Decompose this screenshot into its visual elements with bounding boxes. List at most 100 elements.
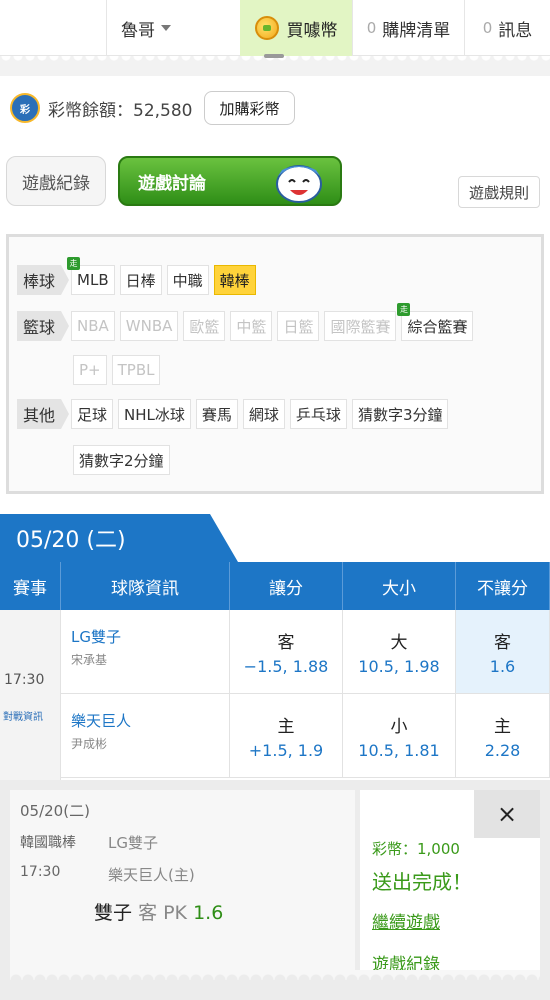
category-label: 籃球 (17, 311, 70, 341)
sport-chip-wnba[interactable]: WNBA (119, 311, 179, 341)
matchup-info-link[interactable]: 對戰資訊 (3, 708, 43, 723)
submit-success-message: 送出完成！ (372, 870, 472, 894)
team-name[interactable]: 樂天巨人 (71, 710, 229, 731)
bet-ticket: 05/20(二) 韓國職棒 17:30 LG雙子 樂天巨人(主) 雙子 客 PK… (10, 790, 355, 970)
ticket-pick: 雙子 客 PK 1.6 (94, 898, 223, 925)
coin-icon (254, 16, 279, 40)
sport-chip-jpn[interactable]: 日籃 (277, 311, 320, 341)
odds-side: 主 (494, 716, 511, 737)
sport-chip-pingpong[interactable]: 乒乓球 (289, 399, 347, 429)
category-row-others-2: 猜數字2分鐘 (73, 445, 175, 475)
pitcher-name: 宋承基 (71, 653, 108, 667)
odds-side: 小 (390, 716, 408, 737)
category-row-others: 其他 足球 NHL冰球 賽馬 網球 乒乓球 猜數字3分鐘 (17, 399, 453, 429)
buy-coins-label: 買噱幣 (286, 20, 338, 41)
sport-chip-nba[interactable]: NBA (71, 311, 115, 341)
close-icon[interactable]: × (474, 790, 540, 838)
table-row: LG雙子 宋承基 客 −1.5, 1.88 大 10.5, 1.98 客 1.6 (61, 610, 550, 694)
sport-chip-euro[interactable]: 歐籃 (183, 311, 226, 341)
odds-over[interactable]: 大 10.5, 1.98 (343, 610, 456, 693)
balance-label: 彩幣餘額：52,580 (48, 100, 193, 121)
ticket-time: 17:30 (20, 864, 61, 880)
ticket-tear-edge (10, 970, 540, 980)
balance-row: 彩 彩幣餘額：52,580 加購彩幣 (10, 90, 295, 126)
column-header: 不讓分 (456, 562, 550, 610)
sport-chip-guess2[interactable]: 猜數字2分鐘 (73, 445, 170, 475)
odds-side: 客 (277, 632, 295, 653)
messages-count: 0 (482, 19, 493, 37)
tab-game-record[interactable]: 遊戲紀錄 (6, 156, 106, 206)
sport-chip-mlb[interactable]: 走 MLB (67, 257, 115, 295)
top-bar: 魯哥 買噱幣 0 購牌清單 0 訊息 (0, 0, 550, 56)
odds-spread-away[interactable]: 客 −1.5, 1.88 (230, 610, 343, 693)
match-time: 17:30 (4, 672, 45, 688)
messages-label: 訊息 (498, 20, 533, 41)
category-label: 其他 (17, 399, 70, 429)
ticket-date: 05/20(二) (20, 802, 90, 820)
sport-chip-guess3[interactable]: 猜數字3分鐘 (351, 399, 449, 429)
column-header: 讓分 (230, 562, 343, 610)
sport-chip-mixed[interactable]: 走綜合籃賽 (397, 303, 474, 341)
category-label: 棒球 (17, 265, 70, 295)
odds-side: 主 (277, 716, 295, 737)
category-row-baseball: 棒球 走 MLB 日棒 中職 韓棒 (17, 257, 261, 295)
category-row-basketball: 籃球 NBA WNBA 歐籃 中籃 日籃 國際籃賽 走綜合籃賽 (17, 303, 478, 341)
odds-value: 10.5, 1.81 (358, 740, 440, 760)
ticket-away-team: LG雙子 (108, 834, 158, 852)
sport-chip-pplus[interactable]: P+ (73, 355, 107, 385)
odds-under[interactable]: 小 10.5, 1.81 (343, 694, 456, 777)
odds-table: 賽事 球隊資訊 讓分 大小 不讓分 17:30 對戰資訊 LG雙子 宋承基 客 … (0, 562, 550, 780)
user-menu[interactable]: 魯哥 (106, 0, 240, 56)
buy-coins-button[interactable]: 買噱幣 (240, 0, 352, 56)
odds-side: 大 (390, 632, 408, 653)
bet-result: × 彩幣：1,000 送出完成！ 繼續遊戲 遊戲紀錄 (360, 790, 540, 975)
pitcher-name: 尹成彬 (71, 737, 108, 751)
date-tab[interactable]: 05/20 (二) (0, 514, 238, 562)
category-row-basketball-2: P+ TPBL (73, 355, 165, 385)
match-time-cell: 17:30 對戰資訊 (0, 610, 61, 780)
sport-chip-tennis[interactable]: 網球 (242, 399, 285, 429)
lottery-coin-icon: 彩 (10, 93, 40, 123)
tab-game-discussion[interactable]: 遊戲討論 (118, 156, 342, 206)
table-header: 賽事 球隊資訊 讓分 大小 不讓分 (0, 562, 550, 610)
sport-chip-tpbl[interactable]: TPBL (111, 355, 161, 385)
bet-confirmation-panel: 05/20(二) 韓國職棒 17:30 LG雙子 樂天巨人(主) 雙子 客 PK… (0, 780, 550, 1000)
sport-chip-intl[interactable]: 國際籃賽 (324, 311, 397, 341)
odds-value: +1.5, 1.9 (248, 740, 324, 760)
user-name: 魯哥 (121, 20, 155, 41)
odds-spread-home[interactable]: 主 +1.5, 1.9 (230, 694, 343, 777)
team-name[interactable]: LG雙子 (71, 626, 229, 647)
sport-chip-nhl[interactable]: NHL冰球 (118, 399, 191, 429)
cart-label: 購牌清單 (382, 20, 451, 41)
sport-chip-soccer[interactable]: 足球 (71, 399, 114, 429)
odds-side: 客 (494, 632, 511, 653)
tab-game-rules[interactable]: 遊戲規則 (458, 176, 540, 208)
live-badge-icon: 走 (67, 257, 81, 270)
odds-moneyline-home[interactable]: 主 2.28 (456, 694, 550, 777)
ticket-league: 韓國職棒 (20, 835, 76, 851)
table-row: 樂天巨人 尹成彬 主 +1.5, 1.9 小 10.5, 1.81 主 2.28 (61, 694, 550, 778)
sport-chip-cba[interactable]: 中籃 (230, 311, 273, 341)
sport-chip-horse[interactable]: 賽馬 (195, 399, 238, 429)
live-badge-icon: 走 (397, 303, 411, 316)
chip-label: 綜合籃賽 (407, 317, 468, 336)
team-cell: 樂天巨人 尹成彬 (61, 694, 230, 777)
chevron-down-icon (161, 25, 171, 31)
sport-chip-npb[interactable]: 日棒 (119, 265, 162, 295)
column-header: 球隊資訊 (61, 562, 230, 610)
sport-chip-kbo[interactable]: 韓棒 (213, 265, 256, 295)
messages-button[interactable]: 0 訊息 (464, 0, 550, 56)
cart-button[interactable]: 0 購牌清單 (352, 0, 464, 56)
odds-moneyline-away[interactable]: 客 1.6 (456, 610, 550, 693)
mascot-icon (276, 165, 322, 203)
sport-chip-cpbl[interactable]: 中職 (166, 265, 209, 295)
odds-value: 10.5, 1.98 (358, 656, 440, 676)
pick-team: 雙子 (94, 902, 133, 924)
add-coins-button[interactable]: 加購彩幣 (204, 91, 295, 125)
sport-category-panel: 棒球 走 MLB 日棒 中職 韓棒 籃球 NBA WNBA 歐籃 中籃 日籃 國際… (6, 234, 544, 494)
pick-odds: 1.6 (193, 902, 224, 924)
odds-value: 2.28 (484, 740, 521, 760)
continue-game-link[interactable]: 繼續遊戲 (372, 908, 440, 933)
pick-side: 客 PK (138, 902, 188, 924)
ticket-home-team: 樂天巨人(主) (108, 866, 195, 884)
